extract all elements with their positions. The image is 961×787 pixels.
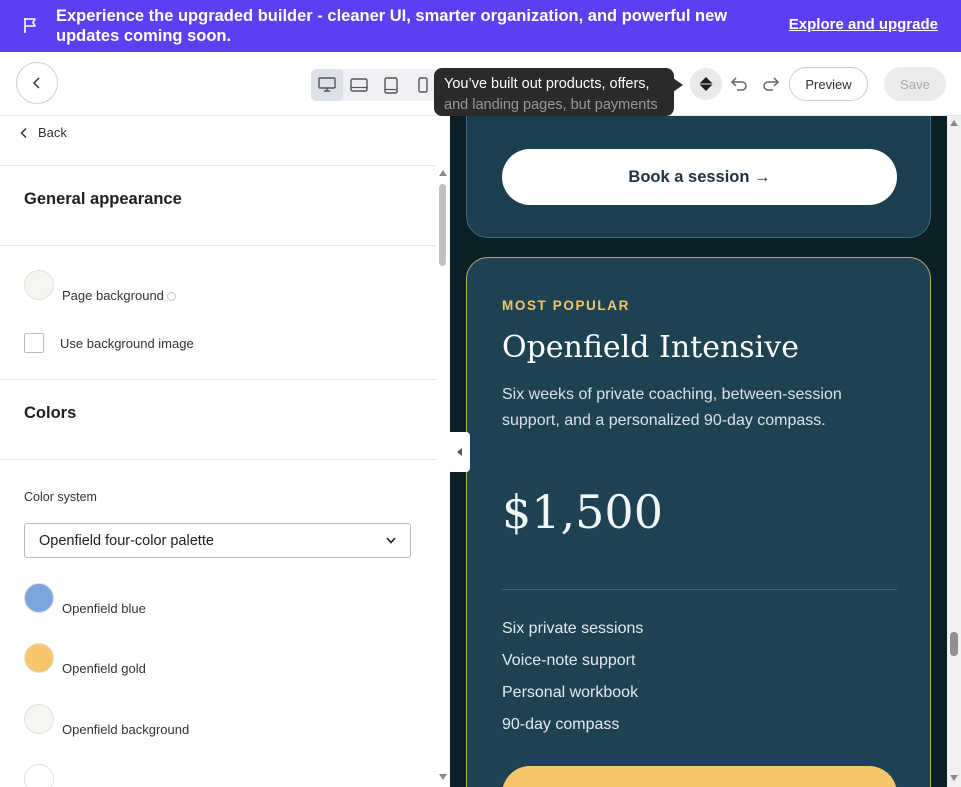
page-background-label: Page background <box>62 288 176 303</box>
color-system-label: Color system <box>24 490 97 504</box>
preview-scrollbar[interactable] <box>947 116 961 787</box>
tablet-view-button[interactable] <box>375 69 407 101</box>
settings-scrollbar[interactable] <box>436 116 450 787</box>
upgrade-banner: Experience the upgraded builder - cleane… <box>0 0 961 52</box>
desktop-view-button[interactable] <box>311 69 343 101</box>
scroll-down-arrow[interactable] <box>950 775 958 781</box>
tablet-landscape-view-button[interactable] <box>343 69 375 101</box>
page-background-text: Page background <box>62 288 164 303</box>
feature-item: 90-day compass <box>502 716 620 733</box>
exit-button[interactable] <box>16 62 58 104</box>
color-swatch-background[interactable] <box>24 704 54 734</box>
background-image-label: Use background image <box>60 336 194 351</box>
color-swatch-blue[interactable] <box>24 583 54 613</box>
tooltip-arrow <box>673 78 683 92</box>
color-label-gold: Openfield gold <box>62 661 146 676</box>
plan-cta-button[interactable] <box>502 766 897 787</box>
page-background-swatch[interactable] <box>24 270 54 300</box>
mobile-icon <box>418 77 428 93</box>
scroll-up-arrow[interactable] <box>439 170 447 176</box>
back-button[interactable]: Back <box>20 125 67 140</box>
color-swatch-gold[interactable] <box>24 643 54 673</box>
explore-upgrade-link[interactable]: Explore and upgrade <box>789 16 938 33</box>
ai-assist-button[interactable] <box>690 68 722 100</box>
pricing-card-intensive: MOST POPULAR Openfield Intensive Six wee… <box>466 257 931 787</box>
scroll-down-arrow[interactable] <box>439 774 447 780</box>
divider <box>0 379 436 380</box>
settings-scroll-thumb[interactable] <box>439 184 446 266</box>
info-icon[interactable] <box>166 292 176 302</box>
divider <box>0 459 436 460</box>
background-image-checkbox[interactable] <box>24 333 44 353</box>
settings-panel: Back General appearance Page background … <box>0 116 436 787</box>
plan-price: $1,500 <box>502 485 663 539</box>
general-appearance-title: General appearance <box>24 190 182 208</box>
chevron-left-icon <box>32 77 40 89</box>
divider <box>0 165 436 166</box>
color-swatch-fourth[interactable] <box>24 764 54 787</box>
preview-button[interactable]: Preview <box>789 67 868 101</box>
card-divider <box>502 589 897 590</box>
pricing-card-previous: Book a session → <box>466 116 931 238</box>
device-switcher <box>311 69 439 101</box>
tablet-icon <box>384 76 398 94</box>
colors-title: Colors <box>24 404 77 422</box>
flag-icon <box>24 18 36 33</box>
book-session-button[interactable]: Book a session → <box>502 149 897 205</box>
redo-icon[interactable] <box>761 74 781 94</box>
page-preview: Book a session → MOST POPULAR Openfield … <box>450 116 947 787</box>
preview-scroll-thumb[interactable] <box>950 632 958 656</box>
divider <box>0 245 436 246</box>
onboarding-tooltip: You’ve built out products, offers, and l… <box>434 68 674 116</box>
color-system-value: Openfield four-color palette <box>39 532 214 549</box>
scroll-up-arrow[interactable] <box>950 120 958 126</box>
most-popular-badge: MOST POPULAR <box>502 298 630 313</box>
chevron-left-icon <box>20 127 27 138</box>
tooltip-line-1: You’ve built out products, offers, <box>444 76 650 92</box>
color-label-background: Openfield background <box>62 722 190 737</box>
feature-item: Six private sessions <box>502 620 644 637</box>
editor-toolbar: You’ve built out products, offers, and l… <box>0 52 961 116</box>
plan-description: Six weeks of private coaching, between-s… <box>502 386 842 429</box>
banner-message: Experience the upgraded builder - cleane… <box>56 7 728 45</box>
color-label-blue: Openfield blue <box>62 601 146 616</box>
feature-item: Voice-note support <box>502 652 636 669</box>
color-system-select[interactable]: Openfield four-color palette <box>24 523 411 558</box>
save-button[interactable]: Save <box>884 67 946 101</box>
diamond-icon <box>699 77 713 91</box>
desktop-icon <box>318 77 336 92</box>
undo-icon[interactable] <box>729 74 749 94</box>
back-label: Back <box>38 125 67 140</box>
chevron-down-icon <box>386 537 396 544</box>
tooltip-line-2: and landing pages, but payments <box>444 97 658 113</box>
plan-title: Openfield Intensive <box>502 330 799 365</box>
collapse-panel-button[interactable] <box>450 432 470 472</box>
feature-item: Personal workbook <box>502 684 639 701</box>
caret-left-icon <box>457 448 462 456</box>
tablet-landscape-icon <box>350 78 368 92</box>
